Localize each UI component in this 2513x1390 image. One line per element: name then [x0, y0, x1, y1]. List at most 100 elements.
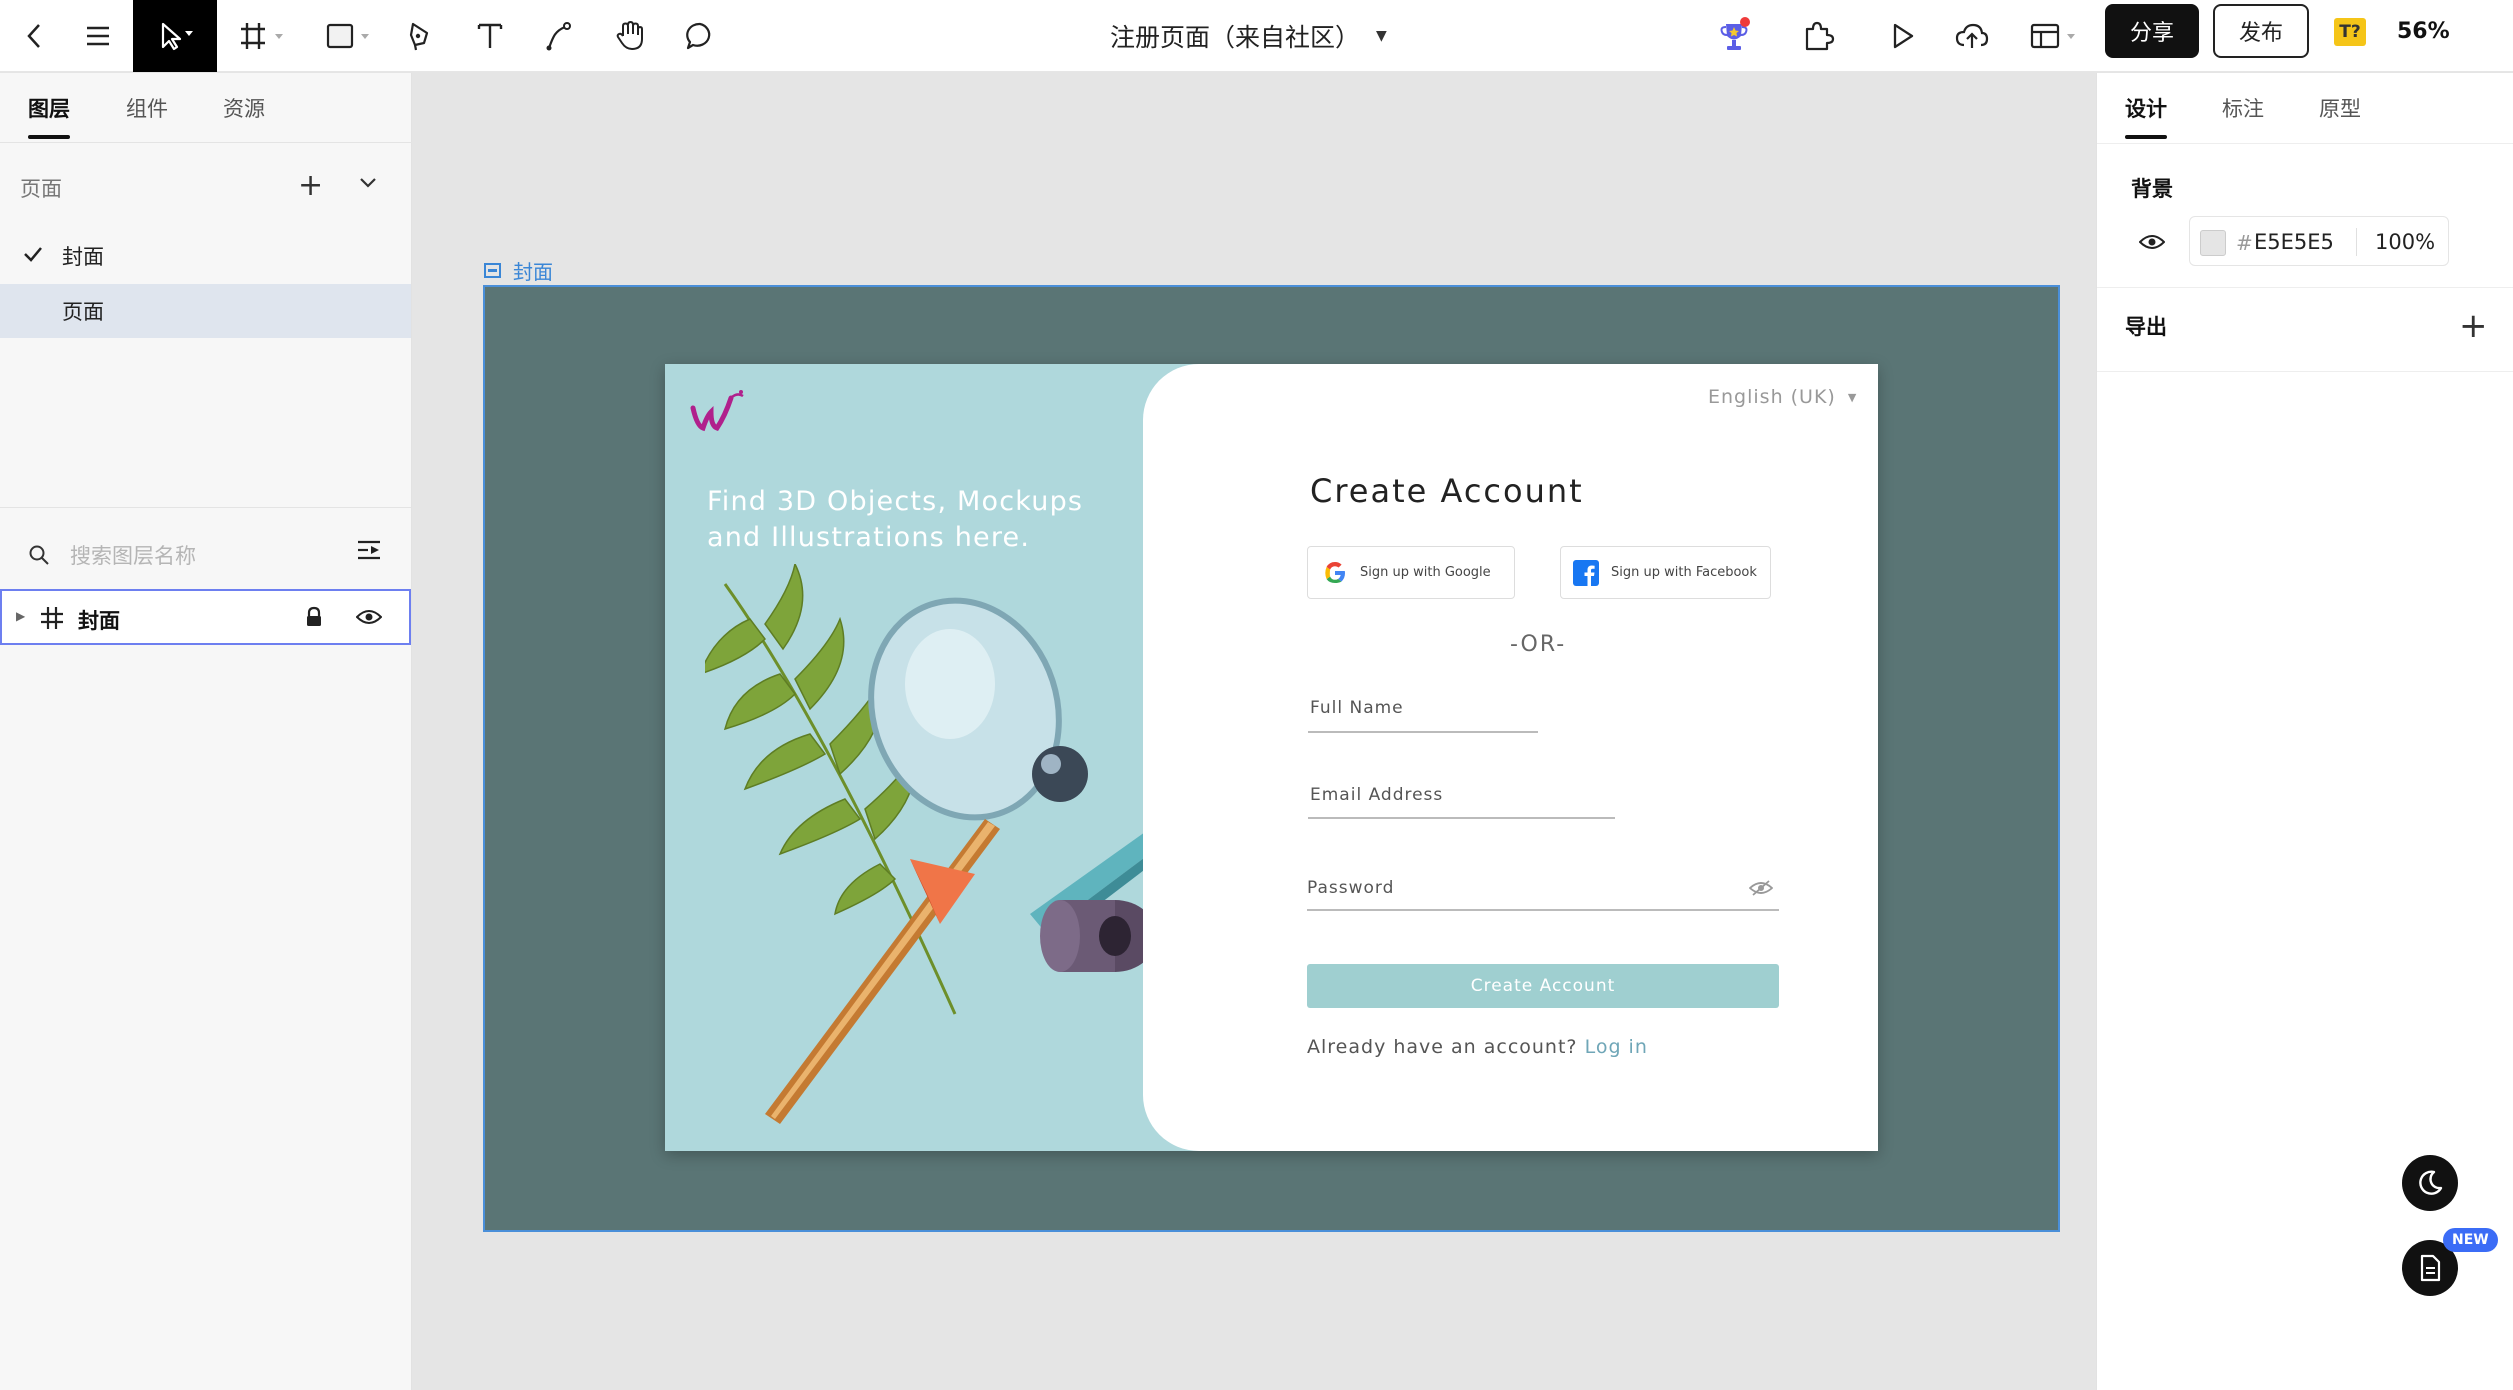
- eye-icon[interactable]: [355, 608, 383, 630]
- frame-icon: [40, 606, 64, 634]
- document-title-text: 注册页面（来自社区）: [1110, 23, 1361, 52]
- 3d-illustration: [705, 564, 1160, 1124]
- left-tabs: 图层 组件 资源: [0, 73, 412, 143]
- trophy-icon[interactable]: [1712, 0, 1756, 72]
- page-item-cover[interactable]: 封面: [0, 229, 411, 283]
- section-divider: [2097, 287, 2513, 288]
- move-tool-icon: [161, 22, 193, 51]
- text-tool-icon[interactable]: [470, 0, 510, 72]
- upload-cloud-icon[interactable]: [1950, 0, 1994, 72]
- full-name-label: Full Name: [1310, 698, 1404, 718]
- play-icon[interactable]: [1882, 0, 1922, 72]
- share-button[interactable]: 分享: [2105, 4, 2199, 58]
- opacity-unit: %: [2415, 230, 2436, 254]
- document-icon: [2420, 1254, 2441, 1282]
- zoom-level[interactable]: 56%: [2397, 0, 2450, 62]
- eye-icon[interactable]: [2138, 233, 2166, 255]
- pen-tool-icon[interactable]: [400, 0, 440, 72]
- login-link[interactable]: Log in: [1585, 1036, 1648, 1058]
- google-button-label: Sign up with Google: [1360, 565, 1491, 580]
- opacity-value: 100: [2375, 230, 2416, 254]
- layer-name: 封面: [78, 609, 120, 633]
- pages-header: 页面: [20, 177, 62, 201]
- collapse-pages-icon[interactable]: [358, 175, 378, 194]
- page-item-label: 封面: [62, 245, 104, 269]
- tab-prototype[interactable]: 原型: [2319, 93, 2361, 123]
- brand-logo: [687, 386, 747, 440]
- facebook-button-label: Sign up with Facebook: [1611, 565, 1757, 580]
- filter-icon[interactable]: [356, 538, 382, 566]
- google-signup-button[interactable]: Sign up with Google: [1307, 546, 1515, 599]
- moon-icon: [2419, 1170, 2443, 1195]
- full-name-field[interactable]: [1308, 731, 1538, 733]
- hex-value-input[interactable]: E5E5E5: [2254, 230, 2334, 254]
- back-icon[interactable]: [14, 0, 54, 72]
- layer-row[interactable]: ▶ 封面: [0, 589, 411, 645]
- new-badge: NEW: [2443, 1228, 2498, 1252]
- rectangle-tool-icon[interactable]: [318, 0, 378, 72]
- language-selector[interactable]: English (UK) ▼: [1708, 386, 1857, 408]
- path-tool-icon[interactable]: [540, 0, 580, 72]
- opacity-input[interactable]: 100%: [2375, 230, 2435, 254]
- search-input[interactable]: 搜索图层名称: [70, 540, 196, 570]
- color-swatch[interactable]: [2200, 230, 2226, 256]
- password-label: Password: [1307, 878, 1395, 898]
- expand-arrow-icon[interactable]: ▶: [16, 609, 25, 623]
- email-label: Email Address: [1310, 785, 1444, 805]
- tab-design[interactable]: 设计: [2125, 93, 2167, 139]
- theme-toggle-button[interactable]: [2402, 1155, 2458, 1211]
- tab-components[interactable]: 组件: [126, 93, 168, 123]
- create-account-button[interactable]: Create Account: [1307, 964, 1779, 1008]
- menu-icon[interactable]: [78, 0, 118, 72]
- frame-label-text: 封面: [513, 260, 553, 284]
- facebook-signup-button[interactable]: Sign up with Facebook: [1560, 546, 1771, 599]
- page-item-page[interactable]: 页面: [0, 284, 411, 338]
- frame-label-icon: [484, 263, 501, 278]
- facebook-icon: [1573, 559, 1599, 586]
- panel-divider: [0, 507, 411, 508]
- tab-layers[interactable]: 图层: [28, 93, 70, 139]
- or-divider-text: -OR-: [1510, 632, 1567, 657]
- plugin-icon[interactable]: [1796, 0, 1840, 72]
- field-separator: [2356, 228, 2357, 256]
- language-label: English (UK): [1708, 386, 1836, 408]
- check-icon: [22, 243, 44, 270]
- layer-search[interactable]: 搜索图层名称: [28, 535, 388, 575]
- eye-off-icon[interactable]: [1748, 879, 1774, 901]
- section-divider: [2097, 371, 2513, 372]
- password-field[interactable]: [1307, 909, 1779, 911]
- publish-button[interactable]: 发布: [2213, 4, 2309, 58]
- frame-label[interactable]: 封面: [484, 256, 553, 285]
- background-title: 背景: [2131, 177, 2173, 201]
- background-color-field[interactable]: # E5E5E5 100%: [2189, 216, 2449, 266]
- tagline: Find 3D Objects, Mockups and Illustratio…: [707, 484, 1083, 556]
- left-panel: 图层 组件 资源 页面 + 封面 页面 搜索图层名称 ▶ 封面: [0, 73, 412, 1390]
- hand-tool-icon[interactable]: [610, 0, 650, 72]
- tab-assets[interactable]: 资源: [223, 93, 265, 123]
- lock-icon[interactable]: [304, 606, 324, 632]
- search-icon: [29, 545, 49, 565]
- comment-icon[interactable]: [680, 0, 720, 72]
- login-prompt-text: Already have an account?: [1307, 1036, 1578, 1058]
- login-prompt: Already have an account? Log in: [1307, 1036, 1648, 1058]
- create-account-title: Create Account: [1310, 472, 1584, 510]
- tabs-divider: [2097, 143, 2513, 144]
- frame-tool-icon[interactable]: [234, 0, 290, 72]
- tagline-line-1: Find 3D Objects, Mockups: [707, 486, 1084, 517]
- export-title: 导出: [2125, 315, 2167, 339]
- page-item-label: 页面: [62, 300, 104, 324]
- top-toolbar: 注册页面（来自社区） ▼ 分享 发布 T? 56%: [0, 0, 2513, 72]
- move-tool-button[interactable]: [133, 0, 217, 72]
- hex-hash: #: [2236, 231, 2253, 255]
- google-icon: [1325, 561, 1345, 583]
- add-page-icon[interactable]: +: [298, 171, 323, 201]
- chevron-down-icon: ▼: [1847, 390, 1858, 404]
- text-missing-font-badge[interactable]: T?: [2334, 18, 2366, 46]
- design-card[interactable]: Find 3D Objects, Mockups and Illustratio…: [665, 364, 1878, 1151]
- tagline-line-2: and Illustrations here.: [707, 522, 1031, 553]
- document-title[interactable]: 注册页面（来自社区） ▼: [1110, 0, 1387, 72]
- tab-annotate[interactable]: 标注: [2222, 93, 2264, 123]
- email-field[interactable]: [1308, 817, 1615, 819]
- add-export-icon[interactable]: +: [2459, 309, 2488, 343]
- layout-icon[interactable]: [2026, 0, 2082, 72]
